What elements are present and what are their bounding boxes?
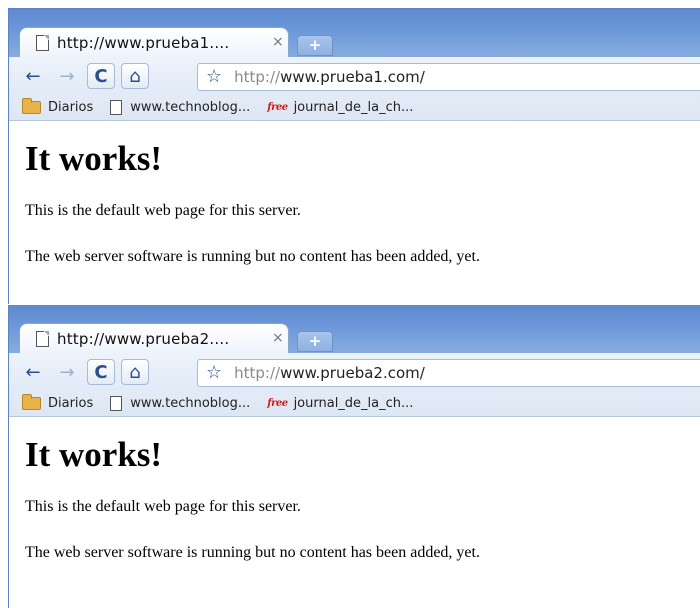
bookmark-journal[interactable]: free journal_de_la_ch... bbox=[267, 100, 413, 115]
folder-icon bbox=[22, 98, 41, 114]
browser-window-1: http://www.prueba1.... × + ← → C ⌂ ☆ htt… bbox=[8, 8, 700, 304]
forward-icon[interactable]: → bbox=[53, 359, 81, 385]
address-bar[interactable]: ☆ http://www.prueba2.com/ bbox=[197, 359, 700, 387]
home-icon[interactable]: ⌂ bbox=[121, 63, 149, 89]
bookmarks-bar: Diarios www.technoblog... free journal_d… bbox=[9, 391, 700, 417]
bookmark-label: www.technoblog... bbox=[130, 100, 251, 115]
free-icon: free bbox=[267, 102, 288, 113]
page-paragraph: The web server software is running but n… bbox=[25, 544, 480, 561]
page-paragraph: This is the default web page for this se… bbox=[25, 202, 301, 219]
page-paragraph: This is the default web page for this se… bbox=[25, 498, 301, 515]
bookmark-label: Diarios bbox=[48, 100, 94, 115]
tab-active[interactable]: http://www.prueba1.... × bbox=[19, 27, 289, 58]
new-tab-button[interactable]: + bbox=[297, 35, 333, 56]
back-icon[interactable]: ← bbox=[19, 359, 47, 385]
close-icon[interactable]: × bbox=[272, 34, 284, 50]
bookmark-journal[interactable]: free journal_de_la_ch... bbox=[267, 396, 413, 411]
url-host: www.prueba2.com/ bbox=[280, 364, 425, 382]
bookmarks-bar: Diarios www.technoblog... free journal_d… bbox=[9, 95, 700, 121]
bookmark-diarios[interactable]: Diarios bbox=[22, 394, 94, 411]
new-tab-button[interactable]: + bbox=[297, 331, 333, 352]
toolbar: ← → C ⌂ ☆ http://www.prueba1.com/ bbox=[9, 57, 700, 95]
tab-strip: http://www.prueba1.... × + bbox=[9, 9, 700, 58]
bookmark-technoblog[interactable]: www.technoblog... bbox=[110, 396, 250, 411]
free-icon: free bbox=[267, 398, 288, 409]
page-icon bbox=[36, 35, 49, 51]
reload-icon[interactable]: C bbox=[87, 359, 115, 385]
page-content: It works! This is the default web page f… bbox=[9, 139, 700, 267]
address-bar[interactable]: ☆ http://www.prueba1.com/ bbox=[197, 63, 700, 91]
url-scheme: http:// bbox=[234, 364, 281, 382]
tab-title: http://www.prueba1.... bbox=[57, 34, 230, 52]
page-content: It works! This is the default web page f… bbox=[9, 435, 700, 563]
tab-title: http://www.prueba2.... bbox=[57, 330, 230, 348]
folder-icon bbox=[22, 394, 41, 410]
url-host: www.prueba1.com/ bbox=[280, 68, 425, 86]
tab-strip: http://www.prueba2.... × + bbox=[9, 305, 700, 354]
browser-window-2: http://www.prueba2.... × + ← → C ⌂ ☆ htt… bbox=[8, 305, 700, 608]
bookmark-label: journal_de_la_ch... bbox=[293, 100, 414, 115]
bookmark-label: www.technoblog... bbox=[130, 396, 251, 411]
back-icon[interactable]: ← bbox=[19, 63, 47, 89]
close-icon[interactable]: × bbox=[272, 330, 284, 346]
tab-active[interactable]: http://www.prueba2.... × bbox=[19, 323, 289, 354]
home-icon[interactable]: ⌂ bbox=[121, 359, 149, 385]
bookmark-technoblog[interactable]: www.technoblog... bbox=[110, 100, 250, 115]
page-icon bbox=[110, 100, 123, 115]
star-icon[interactable]: ☆ bbox=[206, 364, 222, 382]
page-heading: It works! bbox=[25, 139, 163, 178]
bookmark-label: Diarios bbox=[48, 396, 94, 411]
page-heading: It works! bbox=[25, 435, 163, 474]
bookmark-diarios[interactable]: Diarios bbox=[22, 98, 94, 115]
url-scheme: http:// bbox=[234, 68, 281, 86]
page-icon bbox=[36, 331, 49, 347]
star-icon[interactable]: ☆ bbox=[206, 68, 222, 86]
page-paragraph: The web server software is running but n… bbox=[25, 248, 480, 265]
reload-icon[interactable]: C bbox=[87, 63, 115, 89]
bookmark-label: journal_de_la_ch... bbox=[293, 396, 414, 411]
page-icon bbox=[110, 396, 123, 411]
toolbar: ← → C ⌂ ☆ http://www.prueba2.com/ bbox=[9, 353, 700, 391]
forward-icon[interactable]: → bbox=[53, 63, 81, 89]
